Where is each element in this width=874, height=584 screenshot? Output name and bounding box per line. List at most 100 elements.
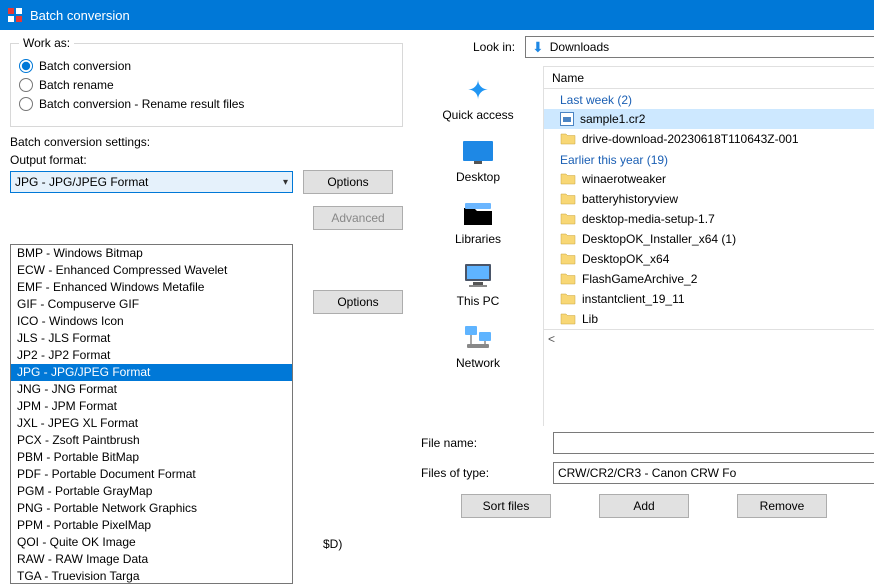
output-format-dropdown[interactable]: BMP - Windows BitmapECW - Enhanced Compr…	[10, 244, 293, 584]
folder-item[interactable]: winaerotweaker	[544, 169, 874, 189]
scroll-left-indicator[interactable]: <	[544, 329, 874, 347]
format-option[interactable]: JXL - JPEG XL Format	[11, 415, 292, 432]
item-label: DesktopOK_x64	[582, 252, 669, 266]
item-label: desktop-media-setup-1.7	[582, 212, 715, 226]
options-button[interactable]: Options	[303, 170, 393, 194]
work-as-group: Work as: Batch conversion Batch rename B…	[10, 36, 403, 127]
item-label: instantclient_19_11	[582, 292, 685, 306]
format-option[interactable]: ICO - Windows Icon	[11, 313, 292, 330]
format-option[interactable]: EMF - Enhanced Windows Metafile	[11, 279, 292, 296]
format-option[interactable]: PDF - Portable Document Format	[11, 466, 292, 483]
format-option[interactable]: JPG - JPG/JPEG Format	[11, 364, 292, 381]
format-option[interactable]: JNG - JNG Format	[11, 381, 292, 398]
format-option[interactable]: JP2 - JP2 Format	[11, 347, 292, 364]
left-panel: Work as: Batch conversion Batch rename B…	[0, 30, 413, 551]
radio-label: Batch conversion	[39, 59, 131, 73]
filetype-label: Files of type:	[421, 466, 541, 480]
chevron-down-icon: ▾	[283, 177, 288, 188]
places-bar: ✦ Quick access Desktop Libraries	[413, 66, 543, 426]
item-label: sample1.cr2	[580, 112, 645, 126]
filetype-combo[interactable]: CRW/CR2/CR3 - Canon CRW Fo	[553, 462, 874, 484]
download-arrow-icon: ⬇	[532, 39, 544, 56]
right-panel: Look in: ⬇ Downloads ✦ Quick access Desk…	[413, 30, 874, 551]
folder-item[interactable]: desktop-media-setup-1.7	[544, 209, 874, 229]
format-option[interactable]: ECW - Enhanced Compressed Wavelet	[11, 262, 292, 279]
folder-item[interactable]: Lib	[544, 309, 874, 329]
file-list-area: Name Last week (2) sample1.cr2 drive-downl…	[543, 66, 874, 426]
folder-icon	[560, 271, 576, 288]
sd-fragment: $D)	[323, 537, 342, 551]
folder-item[interactable]: FlashGameArchive_2	[544, 269, 874, 289]
item-label: batteryhistoryview	[582, 192, 678, 206]
settings-header: Batch conversion settings:	[10, 135, 403, 149]
radio-batch-rename[interactable]: Batch rename	[19, 78, 394, 92]
network-icon	[460, 322, 496, 354]
place-libraries[interactable]: Libraries	[413, 194, 543, 250]
place-quick-access[interactable]: ✦ Quick access	[413, 70, 543, 126]
folder-icon	[560, 211, 576, 228]
format-option[interactable]: RAW - RAW Image Data	[11, 551, 292, 568]
folder-item[interactable]: drive-download-20230618T110643Z-001	[544, 129, 874, 149]
radio-label: Batch conversion - Rename result files	[39, 97, 244, 111]
window-title: Batch conversion	[30, 8, 130, 23]
file-list[interactable]: Last week (2) sample1.cr2 drive-download-2…	[544, 89, 874, 329]
options-button-2[interactable]: Options	[313, 290, 403, 314]
libraries-icon	[460, 198, 496, 230]
folder-icon	[560, 291, 576, 308]
radio-batch-rename-input[interactable]	[19, 78, 33, 92]
format-option[interactable]: QOI - Quite OK Image	[11, 534, 292, 551]
folder-item[interactable]: DesktopOK_Installer_x64 (1)	[544, 229, 874, 249]
folder-item[interactable]: batteryhistoryview	[544, 189, 874, 209]
folder-item[interactable]: instantclient_19_11	[544, 289, 874, 309]
folder-icon	[560, 251, 576, 268]
format-option[interactable]: TGA - Truevision Targa	[11, 568, 292, 584]
format-option[interactable]: PPM - Portable PixelMap	[11, 517, 292, 534]
advanced-button[interactable]: Advanced	[313, 206, 403, 230]
remove-button[interactable]: Remove	[737, 494, 827, 518]
file-item[interactable]: sample1.cr2	[544, 109, 874, 129]
format-option[interactable]: JPM - JPM Format	[11, 398, 292, 415]
desktop-icon	[460, 136, 496, 168]
column-header-name[interactable]: Name	[544, 67, 874, 89]
radio-batch-conversion-rename-input[interactable]	[19, 97, 33, 111]
output-format-combo[interactable]: JPG - JPG/JPEG Format ▾	[10, 171, 293, 193]
filename-input[interactable]	[553, 432, 874, 454]
file-group-header[interactable]: Earlier this year (19)	[544, 149, 874, 169]
radio-batch-conversion-input[interactable]	[19, 59, 33, 73]
format-option[interactable]: PCX - Zsoft Paintbrush	[11, 432, 292, 449]
add-button[interactable]: Add	[599, 494, 689, 518]
item-label: drive-download-20230618T110643Z-001	[582, 132, 799, 146]
output-format-label: Output format:	[10, 153, 403, 167]
output-format-selected: JPG - JPG/JPEG Format	[15, 175, 148, 189]
look-in-value: Downloads	[550, 40, 609, 54]
format-option[interactable]: BMP - Windows Bitmap	[11, 245, 292, 262]
place-this-pc[interactable]: This PC	[413, 256, 543, 312]
folder-icon	[560, 231, 576, 248]
file-icon	[560, 112, 574, 126]
sort-files-button[interactable]: Sort files	[461, 494, 551, 518]
format-option[interactable]: PBM - Portable BitMap	[11, 449, 292, 466]
filename-label: File name:	[421, 436, 541, 450]
format-option[interactable]: JLS - JLS Format	[11, 330, 292, 347]
look-in-combo[interactable]: ⬇ Downloads	[525, 36, 874, 58]
folder-item[interactable]: DesktopOK_x64	[544, 249, 874, 269]
app-icon	[6, 6, 24, 24]
place-network[interactable]: Network	[413, 318, 543, 374]
work-as-legend: Work as:	[19, 36, 74, 50]
folder-icon	[560, 171, 576, 188]
format-option[interactable]: GIF - Compuserve GIF	[11, 296, 292, 313]
item-label: DesktopOK_Installer_x64 (1)	[582, 232, 736, 246]
look-in-label: Look in:	[473, 40, 515, 54]
radio-batch-conversion-rename[interactable]: Batch conversion - Rename result files	[19, 97, 394, 111]
folder-icon	[560, 311, 576, 328]
radio-batch-conversion[interactable]: Batch conversion	[19, 59, 394, 73]
item-label: winaerotweaker	[582, 172, 666, 186]
folder-icon	[560, 191, 576, 208]
radio-label: Batch rename	[39, 78, 114, 92]
file-group-header[interactable]: Last week (2)	[544, 89, 874, 109]
format-option[interactable]: PNG - Portable Network Graphics	[11, 500, 292, 517]
place-desktop[interactable]: Desktop	[413, 132, 543, 188]
this-pc-icon	[460, 260, 496, 292]
format-option[interactable]: PGM - Portable GrayMap	[11, 483, 292, 500]
titlebar: Batch conversion	[0, 0, 874, 30]
